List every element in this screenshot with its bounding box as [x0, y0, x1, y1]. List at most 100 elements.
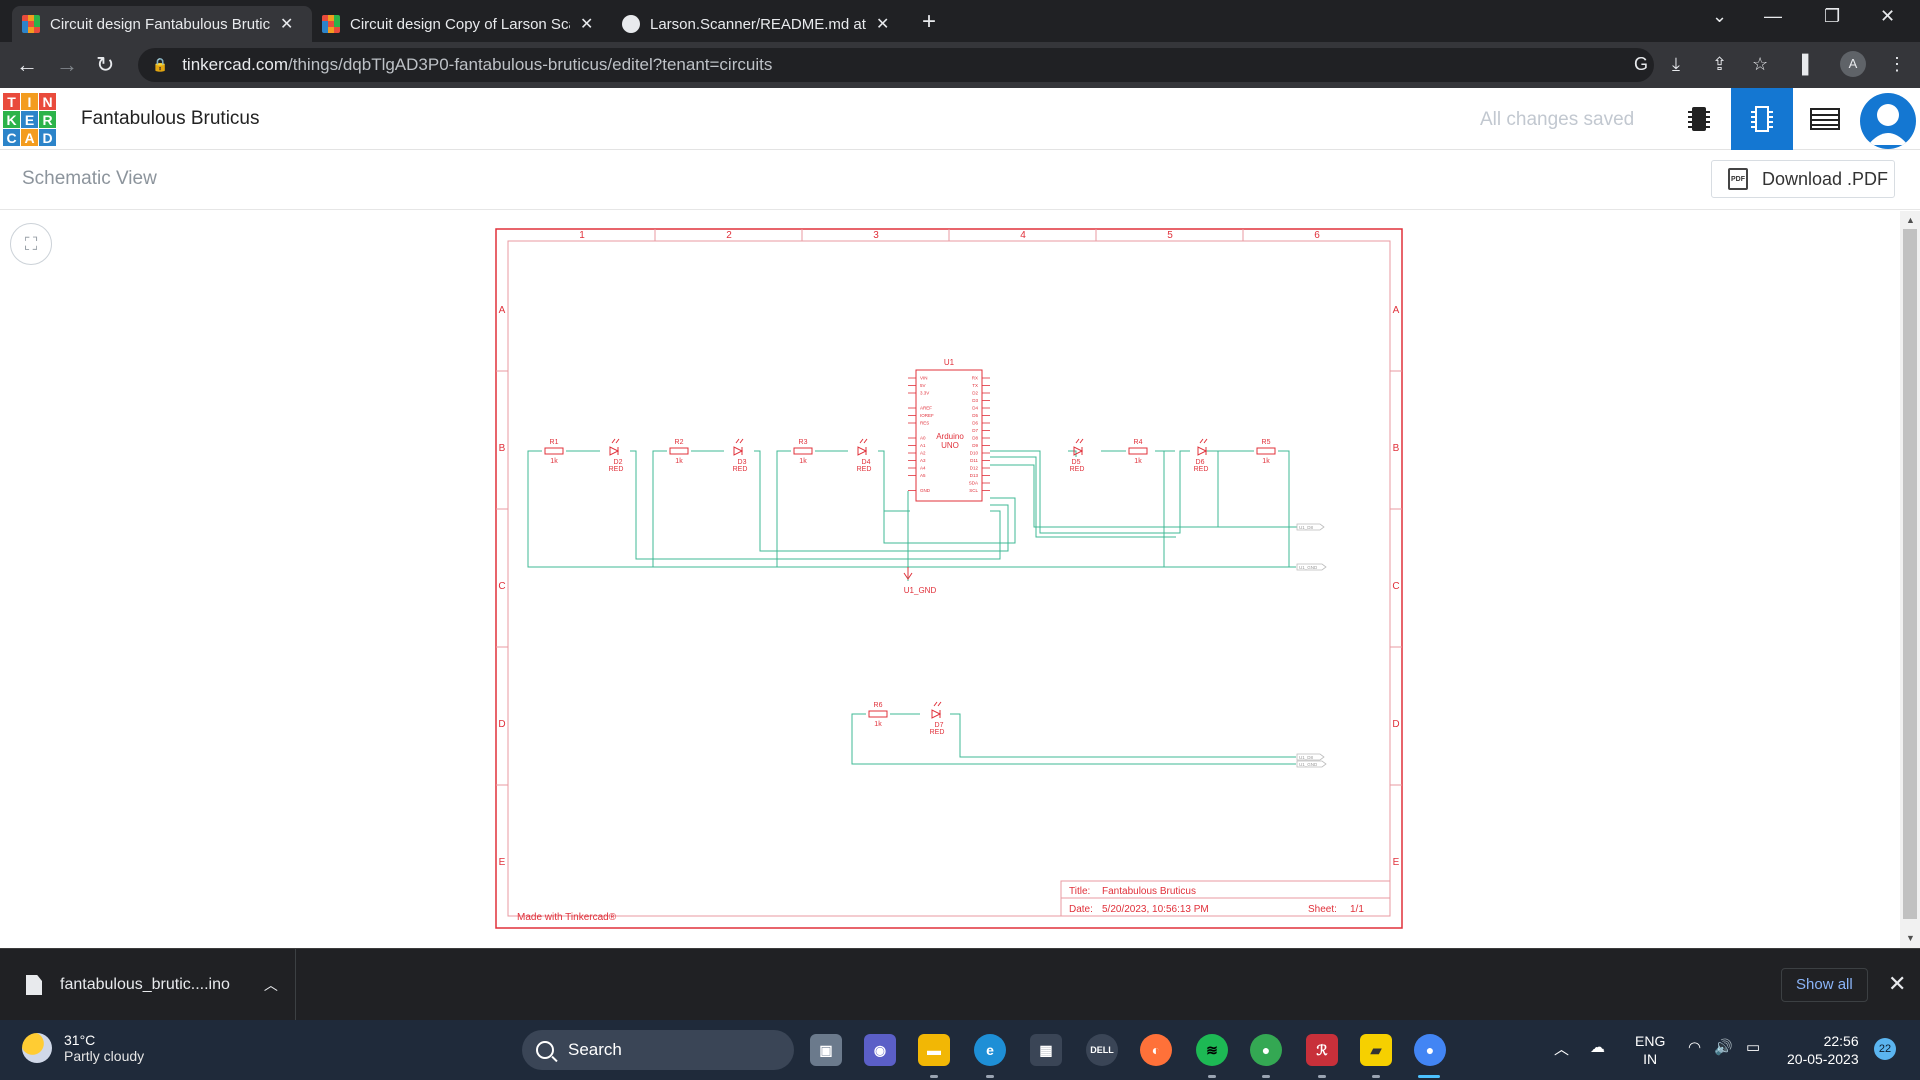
- close-download-bar-icon[interactable]: ✕: [1888, 971, 1906, 997]
- resistor-value: 1k: [1262, 458, 1270, 465]
- star-icon[interactable]: ☆: [1752, 54, 1768, 75]
- dell-icon[interactable]: DELL: [1086, 1034, 1118, 1066]
- browser-tab-2[interactable]: Circuit design Copy of Larson Sca ✕: [312, 6, 612, 42]
- microsoft-store-icon[interactable]: ▦: [1030, 1034, 1062, 1066]
- lock-icon: 🔒: [152, 57, 169, 72]
- row-label: C: [498, 581, 505, 592]
- arduino-pin-label: TX: [972, 383, 978, 388]
- sticky-notes-icon[interactable]: ▰: [1360, 1034, 1392, 1066]
- share-icon[interactable]: ⇪: [1712, 54, 1727, 75]
- firefox-icon[interactable]: ◐: [1140, 1034, 1172, 1066]
- reload-icon[interactable]: ↻: [96, 52, 114, 78]
- vertical-scrollbar[interactable]: ▲ ▼: [1900, 211, 1920, 948]
- net-label: U1_D8: [1299, 755, 1314, 760]
- component-list-button[interactable]: [1794, 88, 1856, 150]
- title-key: Title:: [1069, 886, 1090, 897]
- forward-arrow-icon[interactable]: →: [56, 52, 78, 78]
- browser-tab-3[interactable]: Larson.Scanner/README.md at m ✕: [612, 6, 908, 42]
- wifi-icon[interactable]: ◠: [1688, 1038, 1701, 1056]
- autocad-icon[interactable]: ℛ: [1306, 1034, 1338, 1066]
- language-indicator[interactable]: ENG IN: [1635, 1032, 1665, 1068]
- address-bar[interactable]: 🔒 tinkercad.com/things/dqbTlgAD3P0-fanta…: [138, 48, 1654, 82]
- download-bar: fantabulous_brutic....ino ︿ Show all ✕: [0, 948, 1920, 1021]
- schematic-view-button[interactable]: [1731, 88, 1793, 150]
- download-file-name: fantabulous_brutic....ino: [60, 976, 230, 993]
- browser-toolbar: ← → ↻ 🔒 tinkercad.com/things/dqbTlgAD3P0…: [0, 42, 1920, 88]
- arduino-name: Arduino: [936, 432, 964, 441]
- user-avatar[interactable]: [1860, 93, 1916, 149]
- row-label: D: [498, 719, 505, 730]
- scrollbar-thumb[interactable]: [1903, 229, 1917, 919]
- taskbar-search[interactable]: Search: [522, 1030, 794, 1070]
- onedrive-icon[interactable]: ☁: [1590, 1038, 1605, 1056]
- date-key: Date:: [1069, 904, 1093, 915]
- chevron-up-icon[interactable]: ︿: [264, 975, 278, 995]
- weather-widget[interactable]: 31°C Partly cloudy: [22, 1032, 144, 1064]
- new-tab-icon[interactable]: +: [922, 8, 936, 36]
- tab-search-chevron-icon[interactable]: ⌄: [1712, 6, 1727, 27]
- design-title[interactable]: Fantabulous Bruticus: [81, 108, 260, 130]
- save-status: All changes saved: [1480, 109, 1635, 130]
- arduino-pin-label: D2: [972, 391, 978, 396]
- arduino-pin-label: D5: [972, 413, 978, 418]
- chrome-profile-icon[interactable]: ●: [1414, 1034, 1446, 1066]
- title-value: Fantabulous Bruticus: [1102, 886, 1196, 897]
- net-label: U1_D8: [1299, 525, 1314, 530]
- back-arrow-icon[interactable]: ←: [16, 52, 38, 78]
- net-label: U1_GND: [1299, 565, 1318, 570]
- arduino-pin-label: RES: [920, 421, 929, 426]
- close-icon[interactable]: ✕: [876, 14, 889, 34]
- led-color: RED: [857, 466, 872, 473]
- close-icon[interactable]: ✕: [280, 14, 293, 34]
- arduino-pin-label: RX: [972, 376, 978, 381]
- restore-icon[interactable]: ❐: [1824, 6, 1840, 27]
- scroll-up-icon[interactable]: ▲: [1906, 215, 1915, 225]
- edge-icon[interactable]: e: [974, 1034, 1006, 1066]
- task-view-icon[interactable]: ▣: [810, 1034, 842, 1066]
- windows-start-icon[interactable]: [474, 1034, 506, 1066]
- windows-taskbar: 31°C Partly cloudy Search ▣ ◉ ▬ e ▦ DELL…: [0, 1020, 1920, 1080]
- battery-icon[interactable]: ▭: [1746, 1038, 1760, 1056]
- install-icon[interactable]: ⤓: [1672, 54, 1680, 75]
- arduino-pin-label: D9: [972, 443, 978, 448]
- chrome-icon[interactable]: ●: [1250, 1034, 1282, 1066]
- scroll-down-icon[interactable]: ▼: [1906, 933, 1915, 943]
- teams-chat-icon[interactable]: ◉: [864, 1034, 896, 1066]
- minimize-icon[interactable]: —: [1764, 6, 1782, 27]
- partly-cloudy-icon: [22, 1033, 52, 1063]
- led-color: RED: [930, 729, 945, 736]
- menu-kebab-icon[interactable]: ⋮: [1888, 54, 1906, 75]
- pdf-icon: PDF: [1728, 168, 1748, 190]
- led-ref: D7: [935, 722, 944, 729]
- tinkercad-logo[interactable]: T I N K E R C A D: [3, 93, 56, 146]
- arduino-pin-label: D11: [970, 458, 978, 463]
- spotify-icon[interactable]: ≋: [1196, 1034, 1228, 1066]
- tab-title: Larson.Scanner/README.md at m: [650, 15, 866, 33]
- show-all-button[interactable]: Show all: [1781, 968, 1868, 1002]
- browser-tab-1[interactable]: Circuit design Fantabulous Brutic ✕: [12, 6, 312, 42]
- arduino-uno-symbol: U1 Arduino UNO VIN 5V 3.3V AREF IOREF RES A0 A1…: [908, 358, 990, 502]
- arduino-pin-label: D13: [970, 473, 979, 478]
- side-panel-icon[interactable]: ▌: [1802, 54, 1815, 75]
- google-icon[interactable]: G: [1634, 54, 1648, 75]
- window-close-icon[interactable]: ✕: [1880, 6, 1895, 27]
- gnd-label: U1_GND: [904, 586, 937, 595]
- row-label: D: [1392, 719, 1399, 730]
- github-icon: [622, 15, 640, 33]
- column-label: 1: [579, 230, 585, 241]
- profile-avatar[interactable]: A: [1840, 51, 1866, 77]
- close-icon[interactable]: ✕: [580, 14, 593, 34]
- schematic-canvas[interactable]: ⛶ 1 2 3 4 5 6 A B C D E A B C D E U1 Ard…: [0, 211, 1900, 948]
- notification-badge[interactable]: 22: [1874, 1038, 1896, 1060]
- arduino-pin-label: A3: [920, 458, 926, 463]
- arduino-pin-label: A2: [920, 451, 926, 456]
- system-clock[interactable]: 22:56 20-05-2023: [1787, 1032, 1859, 1068]
- sheet-key: Sheet:: [1308, 904, 1337, 915]
- download-item[interactable]: fantabulous_brutic....ino ︿: [0, 949, 296, 1021]
- volume-icon[interactable]: 🔊: [1714, 1038, 1733, 1056]
- hidden-icons-chevron-icon[interactable]: ︿: [1554, 1038, 1569, 1059]
- column-label: 5: [1167, 230, 1173, 241]
- file-explorer-icon[interactable]: ▬: [918, 1034, 950, 1066]
- download-pdf-button[interactable]: PDF Download .PDF: [1711, 160, 1895, 198]
- circuit-view-button[interactable]: [1668, 88, 1730, 150]
